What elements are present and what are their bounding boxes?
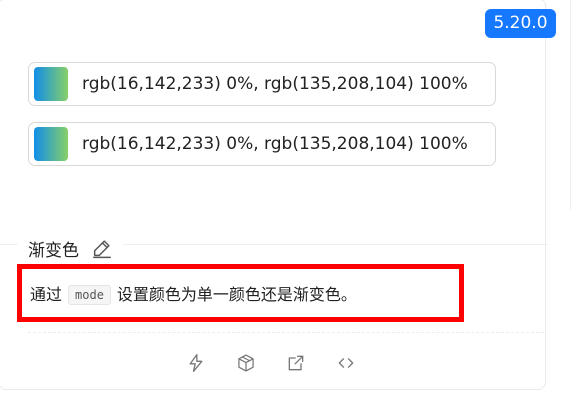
open-external-icon[interactable] xyxy=(283,350,309,376)
gradient-swatch xyxy=(34,67,68,101)
color-value-text: rgb(16,142,233) 0%, rgb(135,208,104) 100… xyxy=(82,134,468,154)
section-description: 通过 mode 设置颜色为单一颜色还是渐变色。 xyxy=(30,281,357,306)
description-before: 通过 xyxy=(30,284,63,304)
edit-icon[interactable] xyxy=(91,237,113,259)
actions-divider xyxy=(28,332,544,334)
code-actions-bar xyxy=(183,350,359,376)
color-picker-trigger[interactable]: rgb(16,142,233) 0%, rgb(135,208,104) 100… xyxy=(28,62,496,106)
description-after: 设置颜色为单一颜色还是渐变色。 xyxy=(116,284,357,304)
color-value-text: rgb(16,142,233) 0%, rgb(135,208,104) 100… xyxy=(82,74,468,94)
version-badge: 5.20.0 xyxy=(485,9,556,38)
adjacent-card-edge xyxy=(570,0,576,210)
lightning-icon[interactable] xyxy=(183,350,209,376)
mode-code-tag: mode xyxy=(68,285,111,306)
description-highlight: 通过 mode 设置颜色为单一颜色还是渐变色。 xyxy=(17,264,464,322)
color-picker-trigger[interactable]: rgb(16,142,233) 0%, rgb(135,208,104) 100… xyxy=(28,122,496,166)
codesandbox-icon[interactable] xyxy=(233,350,259,376)
code-icon[interactable] xyxy=(333,350,359,376)
section-title-text: 渐变色 xyxy=(28,240,79,261)
section-title: 渐变色 xyxy=(18,235,123,261)
gradient-swatch xyxy=(34,127,68,161)
